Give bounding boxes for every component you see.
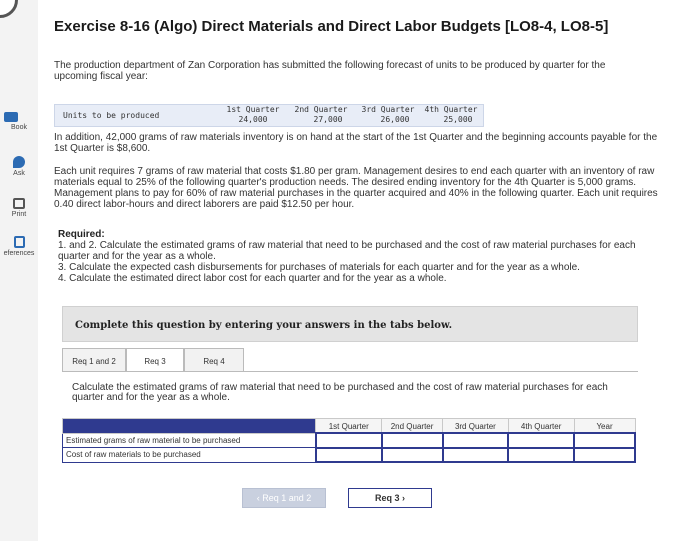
row-label: Estimated grams of raw material to be pu… <box>61 432 317 448</box>
tab-req-1-and-2[interactable]: Req 1 and 2 <box>62 348 126 372</box>
cost-year-input[interactable] <box>573 446 636 463</box>
tab-req-4[interactable]: Req 4 <box>184 348 244 372</box>
sidebar-item-book[interactable]: Book <box>0 112 38 131</box>
col-header: Year <box>573 418 636 434</box>
required-item: 1. and 2. Calculate the estimated grams … <box>58 240 636 262</box>
tab-instruction: Calculate the estimated grams of raw mat… <box>72 382 608 403</box>
sidebar-item-label: Print <box>11 211 27 218</box>
cost-q4-input[interactable] <box>507 446 576 463</box>
intro-text: The production department of Zan Corpora… <box>54 60 606 82</box>
chevron-right-icon: › <box>399 493 405 503</box>
required-section: Required: 1. and 2. Calculate the estima… <box>58 229 648 284</box>
grams-q2-input[interactable] <box>380 432 444 449</box>
row-label: Cost of raw materials to be purchased <box>61 447 317 463</box>
sidebar-item-ask[interactable]: Ask <box>0 156 38 177</box>
next-tab-button[interactable]: Req 3 › <box>348 488 432 508</box>
grams-q4-input[interactable] <box>507 432 576 449</box>
forecast-table: Units to be produced 1st Quarter 24,000 … <box>54 104 484 127</box>
col-header: 4th Quarter <box>507 418 575 434</box>
required-item: 3. Calculate the expected cash disbursem… <box>58 262 580 273</box>
panel-instruction: Complete this question by entering your … <box>75 320 453 331</box>
prev-tab-button[interactable]: ‹ Req 1 and 2 <box>242 488 326 508</box>
col-header: 1st Quarter <box>315 418 383 434</box>
page-title: Exercise 8-16 (Algo) Direct Materials an… <box>54 18 609 35</box>
sidebar-item-references[interactable]: eferences <box>0 236 38 257</box>
tab-req-3[interactable]: Req 3 <box>126 348 184 372</box>
forecast-q2: 2nd Quarter 27,000 <box>294 105 348 124</box>
forecast-q1: 1st Quarter 24,000 <box>226 105 280 124</box>
tab-bar: Req 1 and 2 Req 3 Req 4 <box>62 348 638 372</box>
grams-year-input[interactable] <box>573 432 636 449</box>
sidebar-item-print[interactable]: Print <box>0 198 38 218</box>
tab-divider <box>62 371 638 372</box>
sidebar-item-label: Book <box>11 124 27 131</box>
requirements-text: Each unit requires 7 grams of raw materi… <box>54 166 658 210</box>
table-row: Estimated grams of raw material to be pu… <box>61 432 636 449</box>
required-heading: Required: <box>58 229 105 240</box>
question-panel: Complete this question by entering your … <box>62 306 638 342</box>
ask-icon <box>13 156 25 168</box>
header-blank <box>61 418 317 434</box>
grams-q3-input[interactable] <box>441 432 510 449</box>
table-row: Cost of raw materials to be purchased <box>61 446 636 463</box>
logo-icon <box>0 0 18 18</box>
forecast-q3: 3rd Quarter 26,000 <box>361 105 415 124</box>
grams-q1-input[interactable] <box>314 432 383 449</box>
cost-q2-input[interactable] <box>380 446 444 463</box>
inventory-text: In addition, 42,000 grams of raw materia… <box>54 132 658 154</box>
forecast-label: Units to be produced <box>63 111 160 120</box>
col-header: 3rd Quarter <box>442 418 509 434</box>
answer-table: 1st Quarter 2nd Quarter 3rd Quarter 4th … <box>61 418 636 463</box>
print-icon <box>13 198 25 209</box>
cost-q3-input[interactable] <box>441 446 510 463</box>
sidebar-item-label: Ask <box>13 170 25 177</box>
references-icon <box>13 236 25 248</box>
required-item: 4. Calculate the estimated direct labor … <box>58 273 447 284</box>
book-icon <box>4 112 18 122</box>
forecast-q4: 4th Quarter 25,000 <box>424 105 478 124</box>
cost-q1-input[interactable] <box>314 446 383 463</box>
col-header: 2nd Quarter <box>381 418 444 434</box>
left-sidebar: Book Ask Print eferences <box>0 0 38 541</box>
sidebar-item-label: eferences <box>3 250 35 257</box>
